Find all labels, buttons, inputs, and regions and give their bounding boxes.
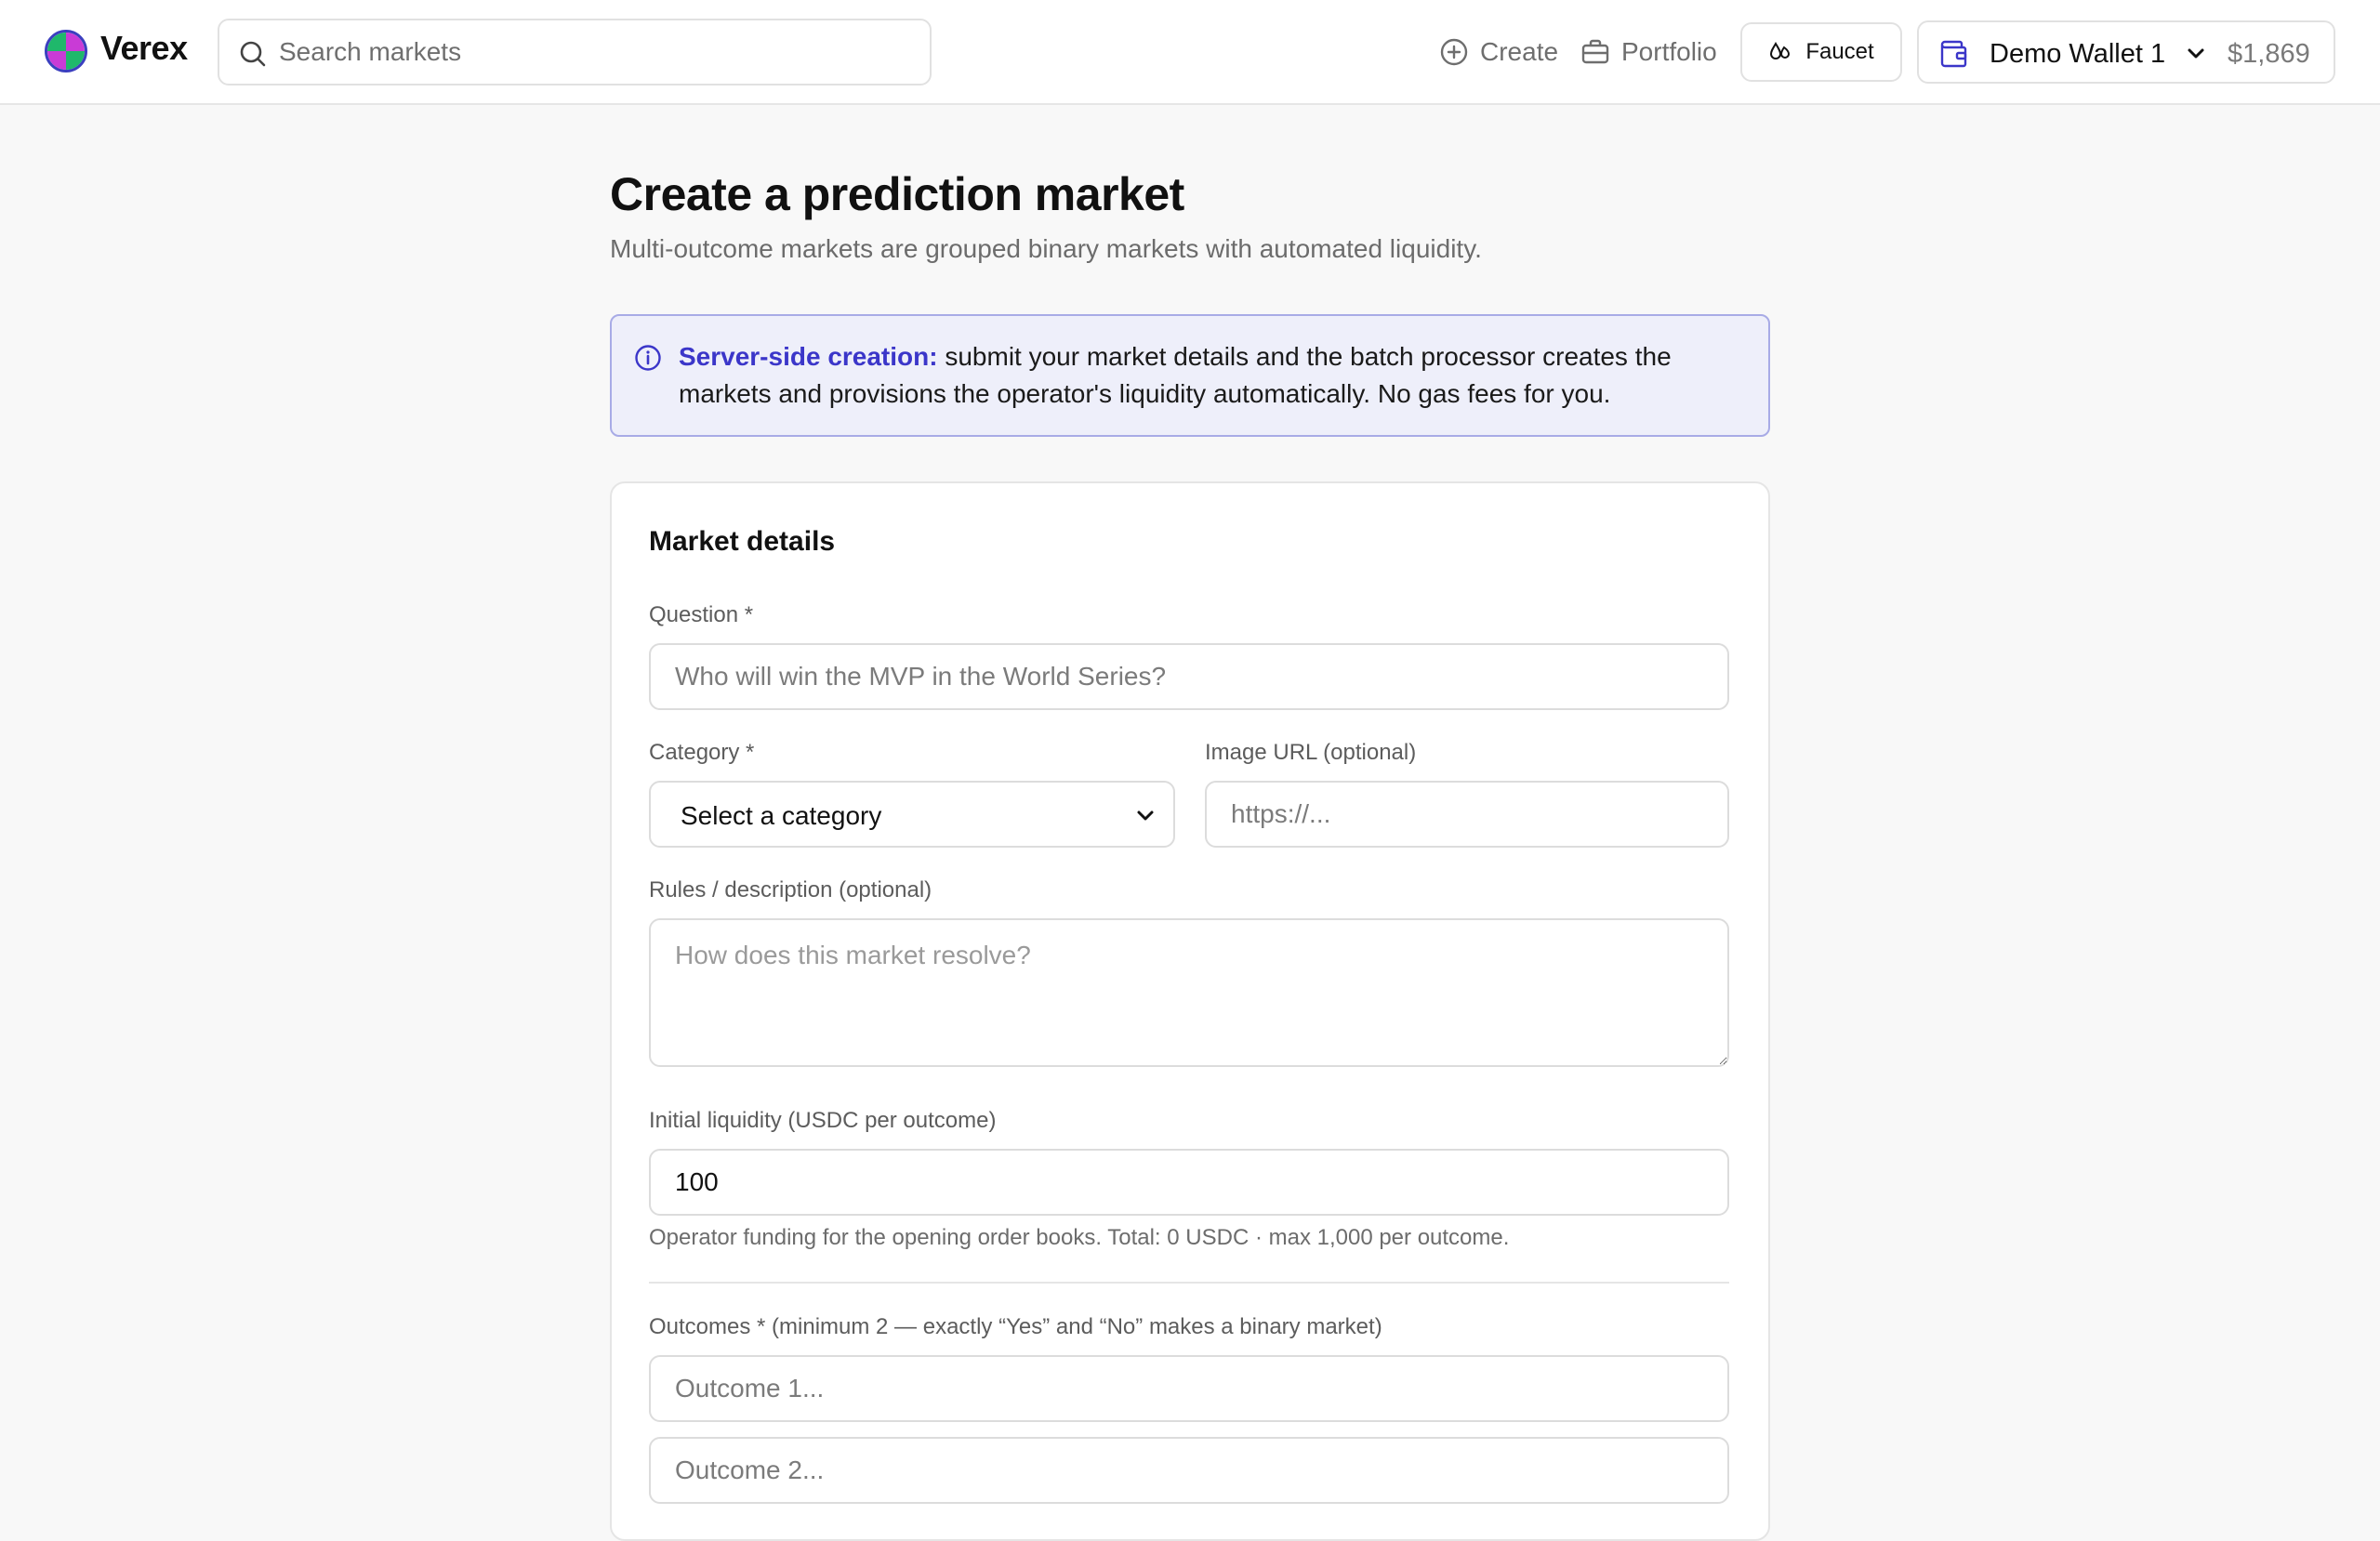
brand-name[interactable]: Verex	[100, 29, 188, 68]
nav-create-label: Create	[1480, 37, 1559, 66]
rules-label: Rules / description (optional)	[649, 877, 932, 902]
wallet-balance: $1,869	[2228, 39, 2310, 69]
page-title: Create a prediction market	[610, 168, 1184, 220]
info-banner-text: Server-side creation: submit your market…	[679, 338, 1748, 413]
wallet-name: Demo Wallet 1	[1990, 39, 2166, 69]
verex-logo-icon[interactable]	[45, 30, 87, 72]
search-input[interactable]	[277, 20, 919, 84]
nav-portfolio-label: Portfolio	[1621, 37, 1717, 66]
droplets-icon	[1770, 42, 1791, 59]
wallet-icon	[1940, 40, 1967, 68]
plus-circle-icon	[1440, 38, 1468, 66]
info-icon	[635, 345, 661, 371]
liquidity-input[interactable]	[649, 1149, 1729, 1216]
info-banner-strong: Server-side creation:	[679, 342, 938, 371]
section-divider	[649, 1282, 1729, 1284]
outcomes-label: Outcomes * (minimum 2 — exactly “Yes” an…	[649, 1314, 1382, 1339]
briefcase-icon	[1581, 39, 1609, 64]
rules-textarea[interactable]	[649, 918, 1729, 1067]
info-banner: Server-side creation: submit your market…	[610, 314, 1770, 437]
top-header: Verex Create Portfolio Faucet	[0, 0, 2380, 105]
faucet-button[interactable]: Faucet	[1740, 22, 1902, 82]
search-icon	[240, 41, 266, 67]
category-select[interactable]: Select a category	[649, 781, 1175, 848]
wallet-selector[interactable]: Demo Wallet 1 $1,869	[1917, 20, 2335, 84]
nav-create-link[interactable]: Create	[1439, 30, 1558, 74]
section-title: Market details	[649, 526, 836, 557]
chevron-down-icon	[2188, 48, 2204, 59]
chevron-down-icon	[1137, 810, 1154, 821]
image-url-label: Image URL (optional)	[1205, 740, 1417, 765]
page-subtitle: Multi-outcome markets are grouped binary…	[610, 234, 1482, 263]
image-url-input[interactable]	[1205, 781, 1729, 848]
category-label: Category *	[649, 740, 755, 765]
faucet-label: Faucet	[1805, 39, 1874, 64]
liquidity-hint: Operator funding for the opening order b…	[649, 1225, 1510, 1250]
nav-portfolio-link[interactable]: Portfolio	[1580, 30, 1717, 74]
question-label: Question *	[649, 602, 754, 627]
question-input[interactable]	[649, 643, 1729, 710]
liquidity-label: Initial liquidity (USDC per outcome)	[649, 1108, 997, 1133]
outcome-1-input[interactable]	[649, 1355, 1729, 1422]
search-bar[interactable]	[218, 19, 932, 86]
category-selected-value: Select a category	[681, 801, 882, 830]
outcome-2-input[interactable]	[649, 1437, 1729, 1504]
